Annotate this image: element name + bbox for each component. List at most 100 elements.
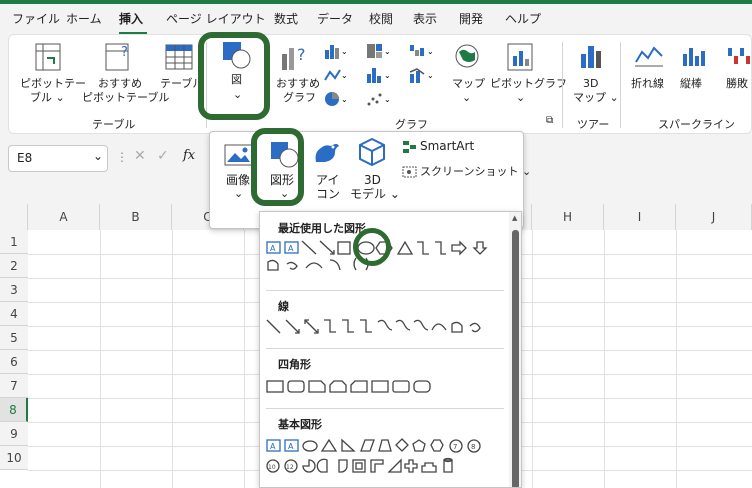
column-header[interactable]: B (100, 204, 172, 230)
pivot-table-label-1: ピボットテー (20, 77, 86, 90)
pivot-table-icon[interactable] (34, 42, 64, 72)
tab-review[interactable]: 校閲 (369, 10, 393, 27)
more-options-icon: ⋮ (116, 150, 128, 164)
recommended-pivot-label-2: ピボットテーブル (82, 91, 170, 104)
map-label: マップ (452, 77, 485, 90)
rectangle-shapes-row[interactable] (264, 378, 508, 398)
dialog-launcher-icon[interactable]: ⧉ (546, 114, 553, 128)
line-chart-icon[interactable]: ⌄ (323, 66, 351, 84)
row-header[interactable]: 2 (0, 254, 28, 278)
section-basic-shapes: 基本図形 (278, 418, 322, 431)
screenshot-button[interactable]: スクリーンショット ⌄ (420, 165, 531, 179)
sparkline-winloss-icon[interactable] (726, 44, 752, 68)
svg-text:A: A (288, 244, 294, 253)
gallery-scrollbar[interactable]: ▲ (509, 212, 521, 487)
recommended-pivot-icon[interactable]: ? (104, 42, 134, 72)
tab-view[interactable]: 表示 (413, 10, 437, 27)
row-header[interactable]: 4 (0, 302, 28, 326)
3d-model-label-2: モデル ⌄ (350, 187, 400, 201)
row-header-selected[interactable]: 8 (0, 398, 28, 422)
grid-line (532, 230, 533, 488)
highlight-illustrations-button (198, 32, 270, 120)
row-header[interactable]: 3 (0, 278, 28, 302)
pie-chart-icon[interactable]: ⌄ (323, 90, 351, 108)
icons-icon[interactable] (311, 138, 341, 168)
group-label-sparkline: スパークライン (658, 118, 735, 131)
section-divider (266, 290, 504, 291)
ribbon-separator (620, 42, 621, 128)
sparkline-column-icon[interactable] (680, 44, 710, 68)
line-shapes-row[interactable] (264, 318, 508, 338)
hierarchy-chart-icon[interactable]: ⌄ (365, 42, 393, 60)
3d-map-label-2: マップ ⌄ (573, 91, 619, 104)
row-header[interactable]: 5 (0, 326, 28, 350)
3d-model-icon[interactable] (357, 136, 387, 168)
image-icon[interactable] (224, 142, 254, 168)
sparkline-column-label: 縦棒 (680, 77, 702, 90)
icons-label-2: コン (316, 187, 341, 201)
recommended-pivot-label-1: おすすめ (98, 77, 142, 90)
group-label-tour: ツアー (577, 118, 610, 131)
scatter-chart-icon[interactable]: ⌄ (365, 90, 393, 108)
svg-text:⌄: ⌄ (384, 47, 391, 56)
column-chart-icon[interactable]: ⌄ (323, 42, 351, 60)
tab-help[interactable]: ヘルプ (505, 10, 541, 27)
enter-icon[interactable]: ✓ (157, 148, 169, 164)
scroll-up-icon[interactable]: ▲ (512, 214, 517, 222)
combo-chart-icon[interactable]: ⌄ (408, 66, 436, 84)
cancel-icon[interactable]: ✕ (134, 148, 146, 164)
svg-text:⌄: ⌄ (341, 71, 348, 80)
pivot-table-label-2: ブル ⌄ (30, 91, 65, 104)
grid-line (100, 230, 101, 488)
section-recent-shapes: 最近使用した図形 (278, 222, 366, 235)
column-header[interactable]: A (28, 204, 100, 230)
statistic-chart-icon[interactable]: ⌄ (365, 66, 393, 84)
name-box[interactable]: E8 ⌄ (8, 145, 108, 172)
tab-page-layout[interactable]: ページ レイアウト (166, 10, 266, 27)
row-header[interactable]: 10 (0, 446, 28, 470)
table-icon[interactable] (164, 42, 194, 72)
shapes-gallery: 最近使用した図形 A A 線 四角形 基本図形 A A 7 8 10 12 ▲ (259, 211, 522, 488)
column-header[interactable]: J (676, 204, 752, 230)
group-label-table: テーブル (92, 118, 136, 131)
icons-label-1: アイ (316, 173, 340, 187)
insert-function-button[interactable]: fx (183, 148, 195, 163)
column-header[interactable]: I (604, 204, 676, 230)
scrollbar-thumb[interactable] (512, 230, 519, 487)
svg-text:⌄: ⌄ (427, 47, 434, 56)
chevron-down-icon[interactable]: ⌄ (93, 149, 103, 163)
tab-insert[interactable]: 挿入 (119, 10, 143, 27)
basic-shapes-row[interactable]: A A 7 8 10 12 (264, 438, 508, 488)
svg-text:?: ? (297, 45, 306, 64)
3d-map-icon[interactable] (577, 42, 607, 72)
sparkline-line-icon[interactable] (634, 44, 664, 68)
column-header[interactable]: H (532, 204, 604, 230)
row-header[interactable]: 1 (0, 230, 28, 254)
recommended-charts-label-1: おすすめ (276, 77, 320, 90)
tab-file[interactable]: ファイル (12, 10, 60, 27)
grid-line (244, 230, 245, 488)
group-label-chart: グラフ (395, 118, 428, 131)
section-divider (266, 348, 504, 349)
select-all-corner[interactable] (0, 204, 28, 230)
waterfall-chart-icon[interactable]: ⌄ (408, 42, 436, 60)
tab-developer[interactable]: 開発 (459, 10, 483, 27)
pivot-chart-icon[interactable] (506, 42, 536, 72)
screenshot-icon[interactable] (402, 165, 418, 179)
sparkline-winloss-label: 勝敗 (726, 77, 748, 90)
svg-text:⌄: ⌄ (341, 95, 348, 104)
tab-home[interactable]: ホーム (66, 10, 102, 27)
recommended-charts-icon[interactable]: ? (279, 42, 309, 72)
svg-text:A: A (270, 442, 276, 451)
pivot-chart-label: ピボットグラフ (490, 77, 567, 90)
tab-formulas[interactable]: 数式 (274, 10, 298, 27)
grid-line (172, 230, 173, 488)
smartart-icon[interactable] (402, 140, 418, 154)
row-header[interactable]: 7 (0, 374, 28, 398)
section-divider (266, 408, 504, 409)
row-header[interactable]: 6 (0, 350, 28, 374)
smartart-button[interactable]: SmartArt (420, 139, 474, 153)
map-icon[interactable] (453, 42, 481, 72)
tab-data[interactable]: データ (317, 10, 353, 27)
row-header[interactable]: 9 (0, 422, 28, 446)
